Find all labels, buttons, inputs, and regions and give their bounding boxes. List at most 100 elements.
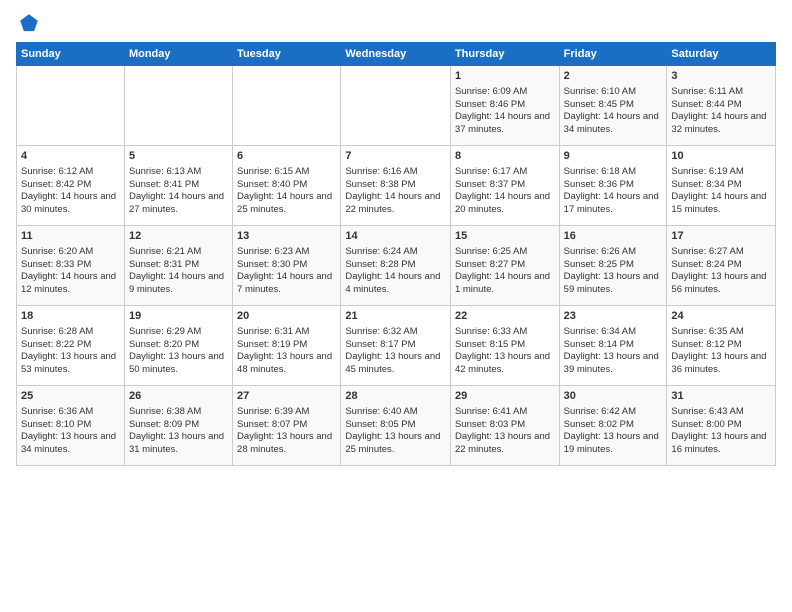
day-number: 7: [345, 149, 446, 164]
day-info: Sunrise: 6:43 AM: [671, 406, 771, 419]
day-info: Sunset: 8:42 PM: [21, 179, 120, 192]
day-number: 27: [237, 389, 336, 404]
day-number: 16: [564, 229, 663, 244]
day-info: Daylight: 13 hours and 28 minutes.: [237, 431, 336, 457]
day-info: Daylight: 13 hours and 50 minutes.: [129, 351, 228, 377]
day-info: Daylight: 13 hours and 53 minutes.: [21, 351, 120, 377]
day-cell: [17, 66, 125, 146]
day-cell: 28Sunrise: 6:40 AMSunset: 8:05 PMDayligh…: [341, 386, 451, 466]
day-info: Sunrise: 6:36 AM: [21, 406, 120, 419]
day-info: Daylight: 14 hours and 37 minutes.: [455, 111, 555, 137]
day-info: Sunrise: 6:41 AM: [455, 406, 555, 419]
day-cell: 2Sunrise: 6:10 AMSunset: 8:45 PMDaylight…: [559, 66, 667, 146]
weekday-header-thursday: Thursday: [450, 43, 559, 66]
day-number: 31: [671, 389, 771, 404]
calendar-table: SundayMondayTuesdayWednesdayThursdayFrid…: [16, 42, 776, 466]
day-info: Sunset: 8:30 PM: [237, 259, 336, 272]
day-info: Daylight: 14 hours and 27 minutes.: [129, 191, 228, 217]
day-info: Daylight: 14 hours and 20 minutes.: [455, 191, 555, 217]
day-cell: 3Sunrise: 6:11 AMSunset: 8:44 PMDaylight…: [667, 66, 776, 146]
day-info: Sunset: 8:27 PM: [455, 259, 555, 272]
day-number: 10: [671, 149, 771, 164]
day-info: Sunrise: 6:13 AM: [129, 166, 228, 179]
day-number: 17: [671, 229, 771, 244]
day-number: 22: [455, 309, 555, 324]
day-info: Sunrise: 6:15 AM: [237, 166, 336, 179]
day-info: Daylight: 13 hours and 56 minutes.: [671, 271, 771, 297]
day-number: 12: [129, 229, 228, 244]
day-number: 11: [21, 229, 120, 244]
day-info: Sunrise: 6:17 AM: [455, 166, 555, 179]
day-number: 25: [21, 389, 120, 404]
day-number: 3: [671, 69, 771, 84]
day-info: Daylight: 14 hours and 30 minutes.: [21, 191, 120, 217]
day-number: 21: [345, 309, 446, 324]
day-info: Sunrise: 6:35 AM: [671, 326, 771, 339]
day-cell: 1Sunrise: 6:09 AMSunset: 8:46 PMDaylight…: [450, 66, 559, 146]
day-number: 15: [455, 229, 555, 244]
day-number: 1: [455, 69, 555, 84]
day-info: Sunrise: 6:34 AM: [564, 326, 663, 339]
day-info: Sunrise: 6:25 AM: [455, 246, 555, 259]
day-info: Sunrise: 6:18 AM: [564, 166, 663, 179]
day-info: Daylight: 13 hours and 48 minutes.: [237, 351, 336, 377]
day-info: Sunrise: 6:24 AM: [345, 246, 446, 259]
logo-icon: [18, 12, 40, 34]
day-cell: 15 Sunrise: 6:25 AMSunset: 8:27 PMDayligh…: [450, 226, 559, 306]
day-info: Sunset: 8:09 PM: [129, 419, 228, 432]
day-info: Daylight: 14 hours and 15 minutes.: [671, 191, 771, 217]
week-row-4: 18Sunrise: 6:28 AMSunset: 8:22 PMDayligh…: [17, 306, 776, 386]
day-info: Sunset: 8:03 PM: [455, 419, 555, 432]
day-info: Sunset: 8:46 PM: [455, 99, 555, 112]
day-info: Sunset: 8:00 PM: [671, 419, 771, 432]
header: [16, 12, 776, 34]
day-cell: 7Sunrise: 6:16 AMSunset: 8:38 PMDaylight…: [341, 146, 451, 226]
day-cell: 18Sunrise: 6:28 AMSunset: 8:22 PMDayligh…: [17, 306, 125, 386]
day-info: Sunrise: 6:23 AM: [237, 246, 336, 259]
day-info: Sunrise: 6:12 AM: [21, 166, 120, 179]
weekday-header-tuesday: Tuesday: [233, 43, 341, 66]
day-info: Sunrise: 6:20 AM: [21, 246, 120, 259]
day-info: Daylight: 14 hours and 32 minutes.: [671, 111, 771, 137]
day-info: Sunset: 8:31 PM: [129, 259, 228, 272]
day-info: Daylight: 14 hours and 9 minutes.: [129, 271, 228, 297]
weekday-header-sunday: Sunday: [17, 43, 125, 66]
day-cell: 13Sunrise: 6:23 AMSunset: 8:30 PMDayligh…: [233, 226, 341, 306]
day-cell: 23Sunrise: 6:34 AMSunset: 8:14 PMDayligh…: [559, 306, 667, 386]
day-info: Daylight: 14 hours and 22 minutes.: [345, 191, 446, 217]
day-number: 18: [21, 309, 120, 324]
day-number: 26: [129, 389, 228, 404]
day-info: Daylight: 13 hours and 34 minutes.: [21, 431, 120, 457]
day-info: Sunset: 8:37 PM: [455, 179, 555, 192]
day-info: Sunrise: 6:26 AM: [564, 246, 663, 259]
day-cell: 29Sunrise: 6:41 AMSunset: 8:03 PMDayligh…: [450, 386, 559, 466]
day-info: Sunset: 8:28 PM: [345, 259, 446, 272]
day-cell: 12Sunrise: 6:21 AMSunset: 8:31 PMDayligh…: [124, 226, 232, 306]
day-info: Daylight: 13 hours and 25 minutes.: [345, 431, 446, 457]
day-cell: 20Sunrise: 6:31 AMSunset: 8:19 PMDayligh…: [233, 306, 341, 386]
day-info: Daylight: 13 hours and 19 minutes.: [564, 431, 663, 457]
day-info: Daylight: 14 hours and 12 minutes.: [21, 271, 120, 297]
day-info: Sunset: 8:36 PM: [564, 179, 663, 192]
day-info: Daylight: 14 hours and 1 minute.: [455, 271, 555, 297]
day-number: 13: [237, 229, 336, 244]
day-info: Sunrise: 6:10 AM: [564, 86, 663, 99]
day-info: Sunset: 8:40 PM: [237, 179, 336, 192]
day-cell: 14Sunrise: 6:24 AMSunset: 8:28 PMDayligh…: [341, 226, 451, 306]
day-info: Daylight: 14 hours and 4 minutes.: [345, 271, 446, 297]
weekday-header-saturday: Saturday: [667, 43, 776, 66]
day-cell: [341, 66, 451, 146]
day-info: Daylight: 13 hours and 42 minutes.: [455, 351, 555, 377]
day-info: Sunrise: 6:32 AM: [345, 326, 446, 339]
day-cell: 25Sunrise: 6:36 AMSunset: 8:10 PMDayligh…: [17, 386, 125, 466]
day-cell: 17Sunrise: 6:27 AMSunset: 8:24 PMDayligh…: [667, 226, 776, 306]
week-row-2: 4Sunrise: 6:12 AMSunset: 8:42 PMDaylight…: [17, 146, 776, 226]
day-cell: 27Sunrise: 6:39 AMSunset: 8:07 PMDayligh…: [233, 386, 341, 466]
day-info: Daylight: 14 hours and 17 minutes.: [564, 191, 663, 217]
day-number: 2: [564, 69, 663, 84]
day-info: Daylight: 13 hours and 22 minutes.: [455, 431, 555, 457]
day-cell: 22Sunrise: 6:33 AMSunset: 8:15 PMDayligh…: [450, 306, 559, 386]
day-info: Daylight: 13 hours and 16 minutes.: [671, 431, 771, 457]
day-info: Sunset: 8:45 PM: [564, 99, 663, 112]
logo-text: [16, 12, 40, 34]
